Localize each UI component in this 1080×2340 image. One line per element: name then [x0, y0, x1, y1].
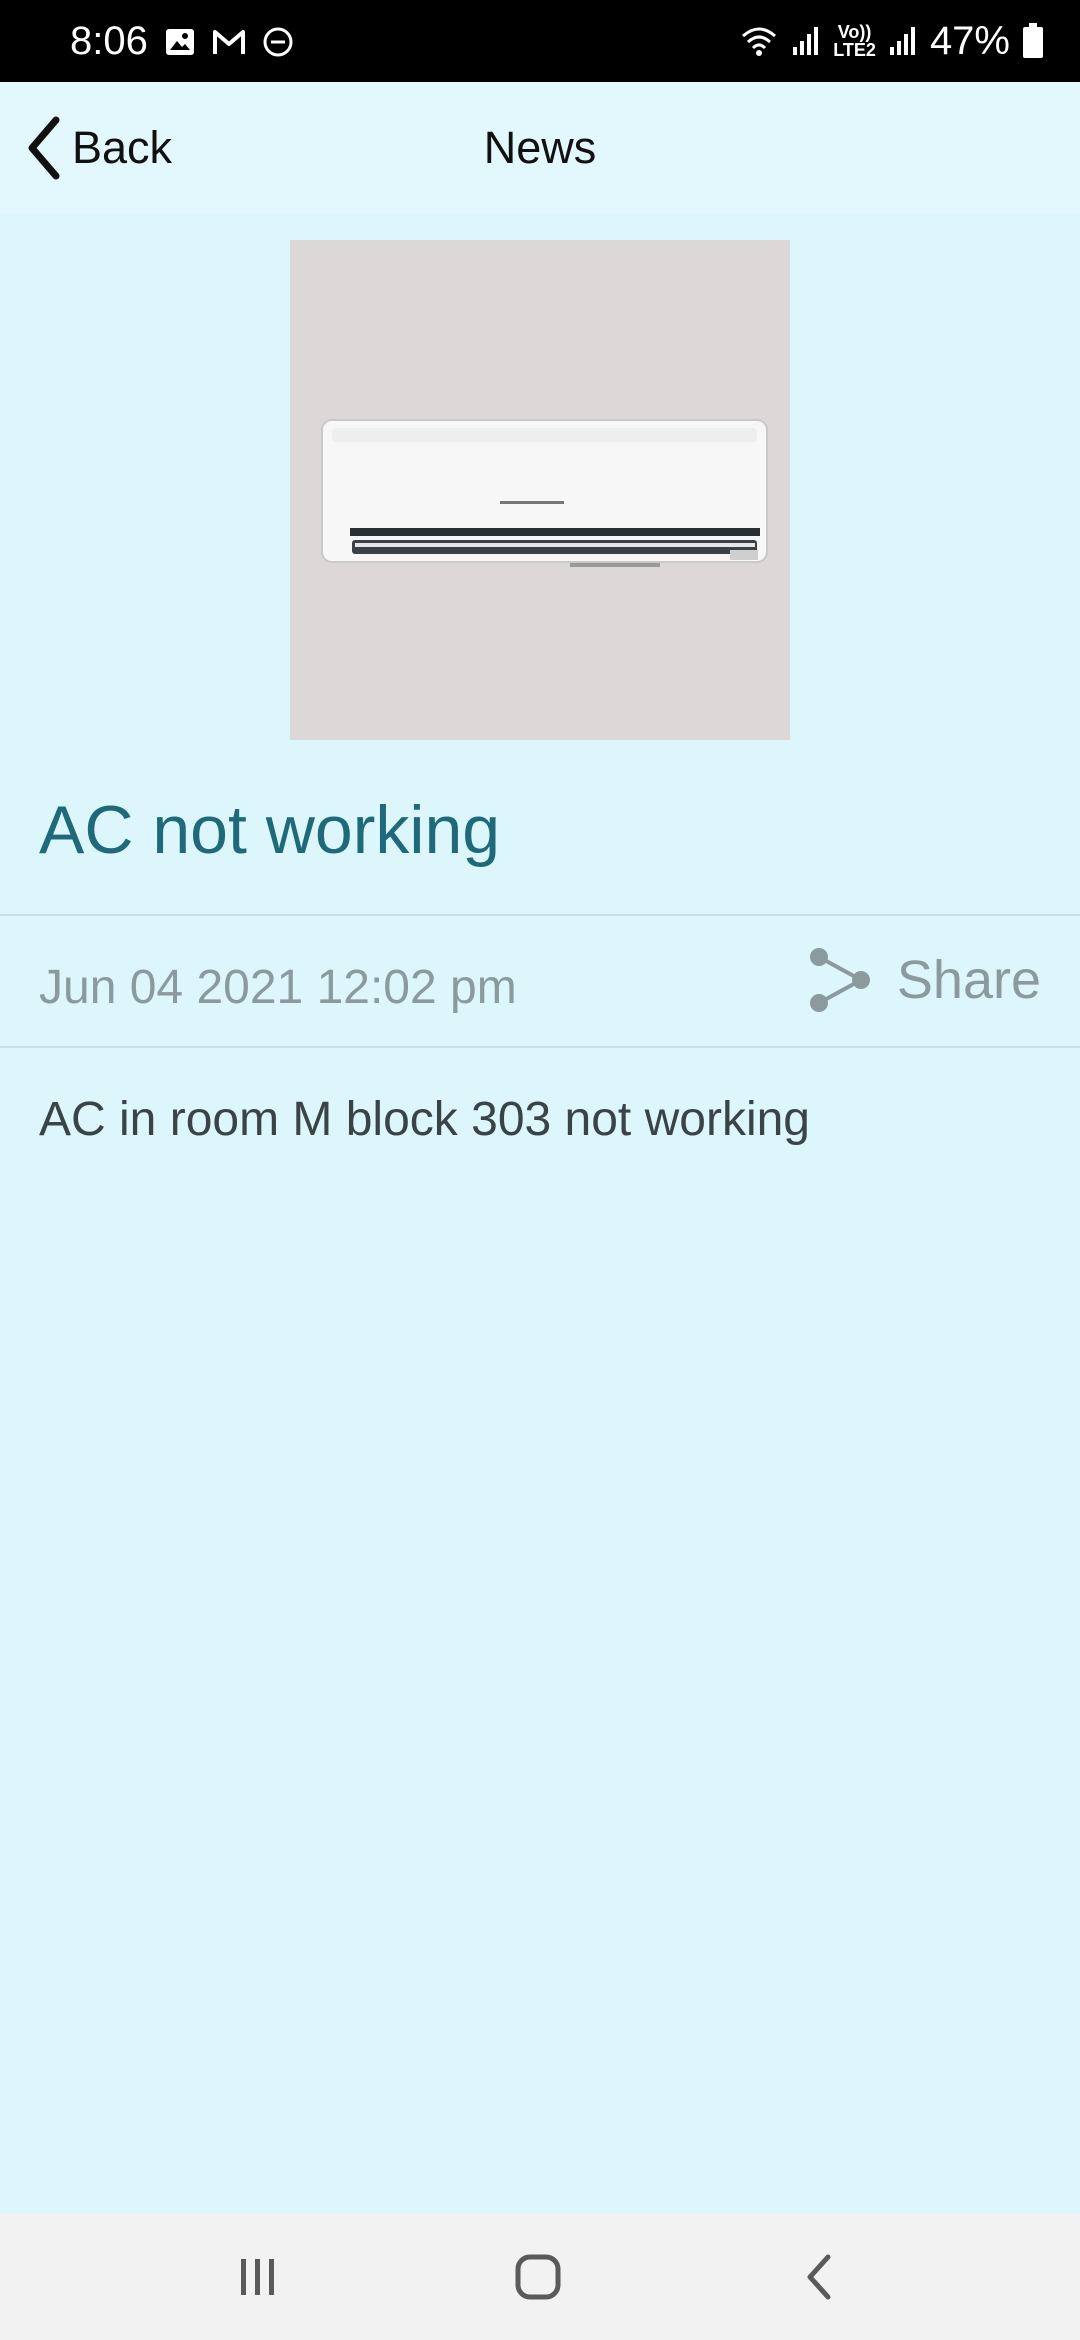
status-notification-icons: [164, 22, 294, 62]
dnd-icon: [263, 27, 293, 57]
divider-top: [0, 914, 1080, 916]
page-title: News: [483, 122, 597, 173]
wifi-icon: [742, 27, 777, 56]
recent-apps-button[interactable]: [227, 2247, 287, 2307]
share-icon: [809, 948, 870, 1012]
status-bar: 8:06 Vo)) LTE2 47%: [0, 0, 1080, 82]
share-label: Share: [896, 950, 1041, 1010]
signal-icon-2: [889, 27, 915, 55]
share-button[interactable]: Share: [807, 942, 1041, 1018]
air-conditioner-image: [290, 240, 790, 740]
divider-bottom: [0, 1046, 1080, 1048]
recent-apps-icon: [241, 2259, 274, 2295]
home-button[interactable]: [508, 2247, 568, 2307]
gmail-icon: [213, 30, 245, 54]
status-time: 8:06: [70, 19, 148, 63]
news-image: [290, 240, 790, 740]
status-system-icons: Vo)) LTE2 47%: [739, 18, 1044, 64]
battery-icon: [1023, 23, 1043, 58]
signal-icon: [793, 27, 819, 55]
news-title: AC not working: [39, 792, 501, 868]
battery-percentage: 47%: [929, 19, 1010, 63]
news-body: AC in room M block 303 not working: [39, 1093, 810, 1146]
back-nav-icon: [807, 2254, 831, 2300]
back-nav-button[interactable]: [790, 2247, 850, 2307]
home-icon: [515, 2254, 561, 2300]
app-header: Back News: [0, 82, 1080, 214]
lte-indicator: Vo)) LTE2: [833, 22, 876, 60]
news-date: Jun 04 2021 12:02 pm: [39, 961, 517, 1014]
image-icon: [166, 29, 194, 55]
system-nav-bar: [0, 2214, 1080, 2340]
